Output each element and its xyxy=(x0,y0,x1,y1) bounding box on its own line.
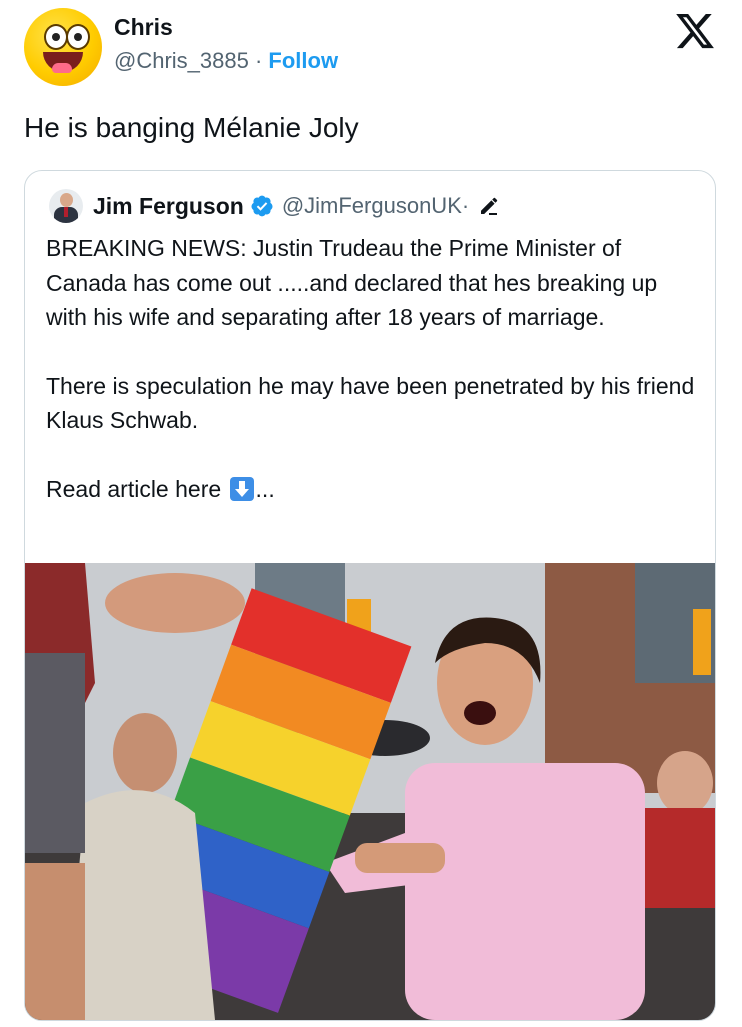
read-article-ellipsis: ... xyxy=(255,475,275,502)
avatar-right-eye xyxy=(66,24,90,50)
bystander-shirt xyxy=(645,808,715,908)
quoted-paragraph-1: BREAKING NEWS: Justin Trudeau the Prime … xyxy=(46,235,658,330)
avatar-head xyxy=(60,193,73,207)
quoted-author-handle[interactable]: @JimFergusonUK xyxy=(282,193,462,219)
pride-parade-photo xyxy=(25,563,715,1020)
quoted-author-avatar[interactable] xyxy=(49,189,83,223)
quoted-tweet-card[interactable]: Jim Ferguson @JimFergusonUK · BREAKING N… xyxy=(24,170,716,1021)
quoted-author-name[interactable]: Jim Ferguson xyxy=(93,193,244,220)
avatar-tie xyxy=(64,207,68,217)
woman-jacket xyxy=(65,790,215,1020)
traffic-light-right xyxy=(693,609,711,675)
quoted-paragraph-2: There is speculation he may have been pe… xyxy=(46,372,695,434)
author-name[interactable]: Chris xyxy=(114,14,173,41)
follow-button[interactable]: Follow xyxy=(268,48,338,73)
pink-shirt xyxy=(405,763,645,1020)
quoted-tweet-photo[interactable] xyxy=(25,563,715,1020)
x-logo-icon[interactable] xyxy=(674,10,716,52)
open-mouth xyxy=(464,701,496,725)
raised-hand xyxy=(105,573,245,633)
foreground-arm xyxy=(25,653,85,853)
read-article-line[interactable]: Read article here ... xyxy=(46,472,698,507)
handle-separator: · xyxy=(248,48,269,73)
woman-head xyxy=(113,713,177,793)
tweet-text: He is banging Mélanie Joly xyxy=(24,112,359,143)
quoted-separator: · xyxy=(461,193,470,218)
quoted-tweet-body: BREAKING NEWS: Justin Trudeau the Prime … xyxy=(46,231,698,506)
avatar-left-eye xyxy=(44,24,68,50)
outstretched-arm xyxy=(355,843,445,873)
pencil-icon xyxy=(481,197,498,215)
quoted-tweet-header: Jim Ferguson @JimFergusonUK · xyxy=(49,189,501,223)
bystander-head xyxy=(657,751,713,815)
author-handle[interactable]: @Chris_3885 xyxy=(114,48,249,73)
author-avatar[interactable] xyxy=(24,8,102,86)
author-handle-row: @Chris_3885 · Follow xyxy=(114,48,338,74)
read-article-text: Read article here xyxy=(46,475,228,502)
down-arrow-emoji-icon xyxy=(229,476,254,501)
verified-badge-icon xyxy=(251,195,273,217)
avatar-tongue xyxy=(52,63,72,73)
foreground-hand xyxy=(25,863,85,1020)
